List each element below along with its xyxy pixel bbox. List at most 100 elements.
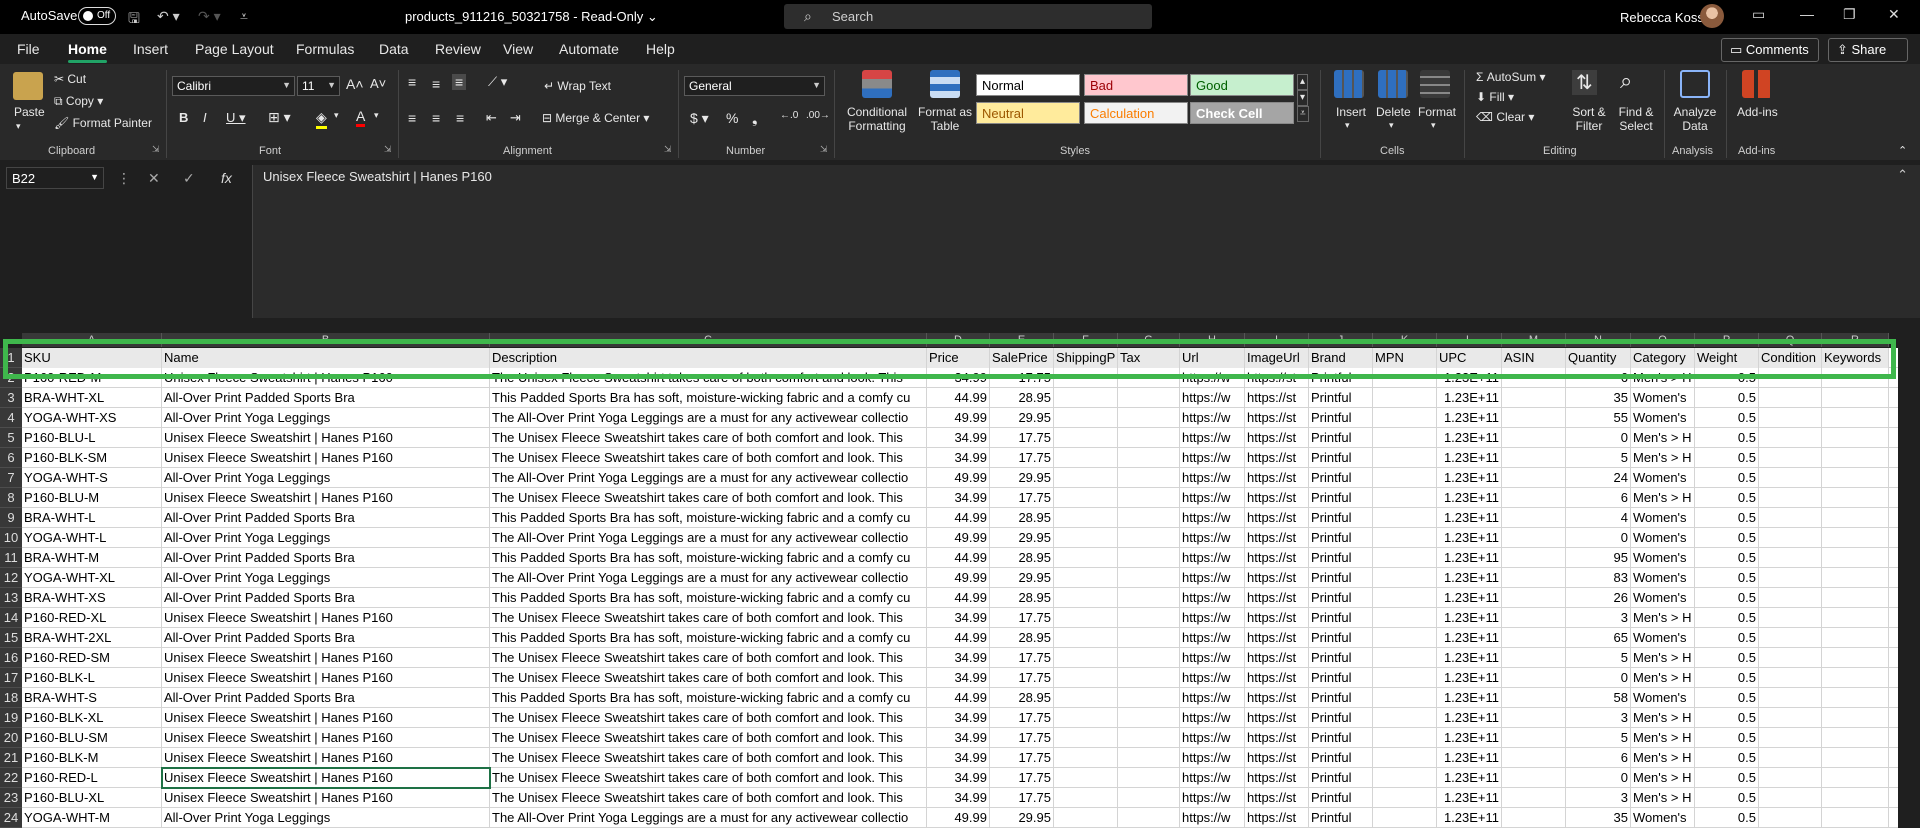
table-cell[interactable] — [1822, 748, 1889, 768]
table-cell[interactable]: The Unisex Fleece Sweatshirt takes care … — [490, 648, 927, 668]
table-cell[interactable]: 29.95 — [990, 568, 1054, 588]
increase-decimal-icon[interactable]: ←.0 — [780, 110, 798, 121]
row-header[interactable]: 4 — [0, 408, 22, 428]
format-painter-button[interactable]: 🖌 Format Painter — [54, 116, 152, 130]
worksheet-grid[interactable]: ABCDEFGHIJKLMNOPQR 1 SKU Name Description Pr… — [0, 318, 1920, 828]
table-cell[interactable]: Printful — [1309, 568, 1373, 588]
table-cell[interactable]: 34.99 — [927, 668, 990, 688]
comments-button[interactable]: ▭ Comments — [1721, 38, 1819, 62]
table-cell[interactable] — [1054, 568, 1118, 588]
table-cell[interactable]: Printful — [1309, 468, 1373, 488]
tab-help[interactable]: Help — [646, 41, 675, 57]
table-cell[interactable]: https://st — [1245, 768, 1309, 788]
column-title[interactable]: MPN — [1373, 348, 1437, 368]
formula-input[interactable]: Unisex Fleece Sweatshirt | Hanes P160 ⌃ — [252, 165, 1920, 318]
table-cell[interactable]: 17.75 — [990, 668, 1054, 688]
table-cell[interactable]: 0.5 — [1695, 608, 1759, 628]
table-cell[interactable] — [1759, 408, 1822, 428]
table-cell[interactable]: BRA-WHT-M — [22, 548, 162, 568]
table-cell[interactable]: https://w — [1180, 448, 1245, 468]
styles-scroll-down-icon[interactable]: ▾ — [1297, 90, 1309, 106]
column-header[interactable]: B — [162, 333, 490, 347]
table-cell[interactable]: Men's > H — [1631, 428, 1695, 448]
table-cell[interactable]: Men's > H — [1631, 368, 1695, 388]
table-cell[interactable]: https://w — [1180, 408, 1245, 428]
vertical-scrollbar[interactable] — [1898, 348, 1920, 822]
table-cell[interactable]: Men's > H — [1631, 448, 1695, 468]
table-cell[interactable]: 1.23E+11 — [1437, 708, 1502, 728]
table-cell[interactable] — [1118, 628, 1180, 648]
row-header[interactable]: 24 — [0, 808, 22, 828]
table-cell[interactable]: All-Over Print Yoga Leggings — [162, 808, 490, 828]
table-cell[interactable]: 29.95 — [990, 808, 1054, 828]
share-button[interactable]: ⇪ Share — [1828, 38, 1908, 62]
table-cell[interactable] — [1502, 668, 1566, 688]
font-launcher-icon[interactable]: ⇲ — [384, 144, 392, 155]
column-header[interactable]: P — [1695, 333, 1759, 347]
column-header[interactable]: I — [1245, 333, 1309, 347]
table-cell[interactable]: Men's > H — [1631, 488, 1695, 508]
table-cell[interactable]: Unisex Fleece Sweatshirt | Hanes P160 — [162, 648, 490, 668]
table-cell[interactable] — [1373, 428, 1437, 448]
table-cell[interactable]: The Unisex Fleece Sweatshirt takes care … — [490, 448, 927, 468]
table-cell[interactable]: Unisex Fleece Sweatshirt | Hanes P160 — [162, 448, 490, 468]
table-cell[interactable]: Men's > H — [1631, 768, 1695, 788]
table-cell[interactable]: 95 — [1566, 548, 1631, 568]
table-cell[interactable]: Men's > H — [1631, 648, 1695, 668]
table-cell[interactable]: https://w — [1180, 488, 1245, 508]
table-cell[interactable]: https://st — [1245, 508, 1309, 528]
delete-cells-icon[interactable] — [1378, 70, 1408, 98]
table-cell[interactable]: 44.99 — [927, 688, 990, 708]
merge-center-button[interactable]: ⊟ Merge & Center ▾ — [542, 111, 649, 125]
table-cell[interactable] — [1118, 428, 1180, 448]
undo-icon[interactable]: ↶ ▾ — [157, 8, 180, 25]
table-cell[interactable] — [1118, 788, 1180, 808]
column-title[interactable]: ASIN — [1502, 348, 1566, 368]
table-cell[interactable]: https://w — [1180, 468, 1245, 488]
table-cell[interactable]: 1.23E+11 — [1437, 808, 1502, 828]
table-cell[interactable] — [1822, 528, 1889, 548]
table-cell[interactable] — [1759, 588, 1822, 608]
table-cell[interactable]: https://st — [1245, 468, 1309, 488]
row-header[interactable]: 7 — [0, 468, 22, 488]
table-cell[interactable]: All-Over Print Yoga Leggings — [162, 468, 490, 488]
table-cell[interactable]: 44.99 — [927, 628, 990, 648]
insert-cells-button[interactable]: Insert — [1336, 105, 1366, 119]
table-cell[interactable]: 34.99 — [927, 368, 990, 388]
table-cell[interactable] — [1502, 448, 1566, 468]
table-cell[interactable]: Printful — [1309, 768, 1373, 788]
table-cell[interactable]: Unisex Fleece Sweatshirt | Hanes P160 — [162, 428, 490, 448]
table-cell[interactable]: 34.99 — [927, 608, 990, 628]
align-center-icon[interactable]: ≡ — [432, 110, 440, 126]
table-cell[interactable] — [1373, 748, 1437, 768]
table-cell[interactable] — [1502, 648, 1566, 668]
column-header[interactable]: F — [1054, 333, 1118, 347]
table-cell[interactable]: 1.23E+11 — [1437, 508, 1502, 528]
column-header[interactable]: J — [1309, 333, 1373, 347]
table-cell[interactable] — [1118, 608, 1180, 628]
table-cell[interactable]: Women's — [1631, 808, 1695, 828]
table-cell[interactable] — [1502, 408, 1566, 428]
row-header[interactable]: 23 — [0, 788, 22, 808]
table-cell[interactable] — [1118, 468, 1180, 488]
table-cell[interactable]: Men's > H — [1631, 788, 1695, 808]
table-cell[interactable]: BRA-WHT-2XL — [22, 628, 162, 648]
table-cell[interactable] — [1373, 468, 1437, 488]
align-left-icon[interactable]: ≡ — [408, 110, 416, 126]
table-cell[interactable]: YOGA-WHT-XS — [22, 408, 162, 428]
search-box[interactable]: ⌕ Search — [784, 4, 1152, 29]
align-right-icon[interactable]: ≡ — [456, 110, 464, 126]
table-cell[interactable]: Women's — [1631, 568, 1695, 588]
table-cell[interactable]: Women's — [1631, 508, 1695, 528]
avatar[interactable] — [1700, 4, 1724, 28]
table-cell[interactable]: 28.95 — [990, 588, 1054, 608]
table-cell[interactable]: 34.99 — [927, 488, 990, 508]
table-cell[interactable]: 34.99 — [927, 768, 990, 788]
enter-icon[interactable]: ✓ — [183, 170, 195, 187]
table-cell[interactable] — [1373, 368, 1437, 388]
table-cell[interactable] — [1054, 448, 1118, 468]
table-cell[interactable]: Unisex Fleece Sweatshirt | Hanes P160 — [162, 488, 490, 508]
row-header[interactable]: 17 — [0, 668, 22, 688]
table-cell[interactable]: BRA-WHT-XL — [22, 388, 162, 408]
table-cell[interactable] — [1822, 608, 1889, 628]
